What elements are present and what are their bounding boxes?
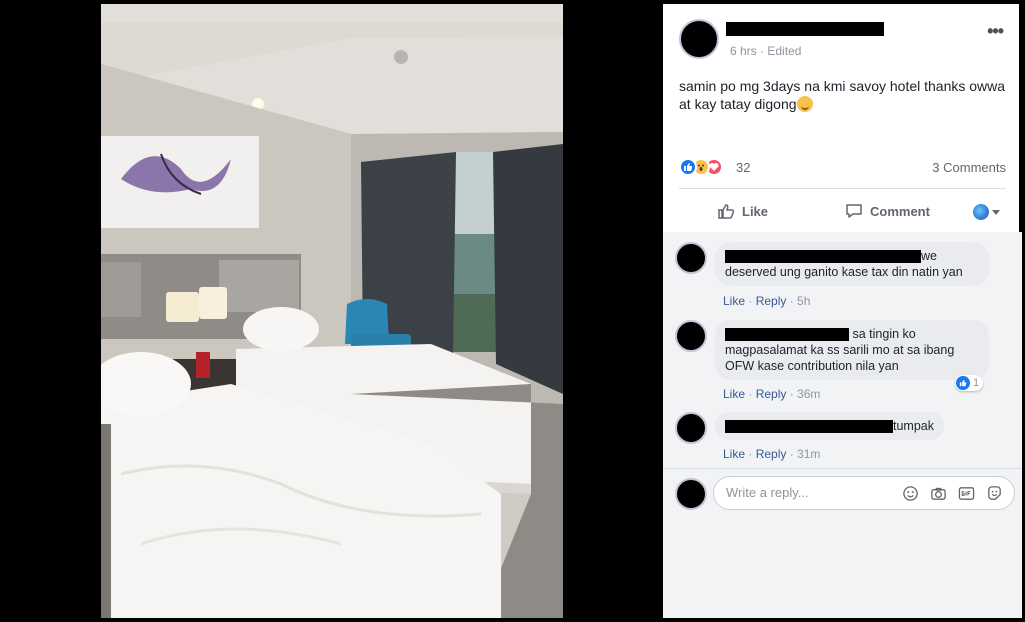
more-options-icon[interactable]: ••• bbox=[987, 21, 1004, 42]
post-body: samin po mg 3days na kmi savoy hotel tha… bbox=[679, 78, 1006, 112]
caret-down-icon bbox=[992, 209, 1000, 215]
comment-like-badge[interactable]: 1 bbox=[955, 375, 984, 391]
comment-time[interactable]: 5h bbox=[797, 294, 810, 308]
post-meta: 6 hrs · Edited bbox=[730, 44, 801, 58]
reply-input[interactable] bbox=[726, 485, 896, 500]
hotel-room-illustration bbox=[101, 4, 563, 618]
audience-selector[interactable] bbox=[973, 204, 1000, 220]
comment-text-start: tumpak bbox=[893, 419, 934, 433]
commenter-avatar[interactable] bbox=[675, 412, 707, 444]
commenter-name-redacted[interactable] bbox=[725, 328, 849, 341]
like-label: Like bbox=[742, 203, 769, 219]
comment-text: deserved ung ganito kase tax din natin y… bbox=[725, 265, 963, 279]
reply-box[interactable] bbox=[713, 476, 1015, 510]
like-button[interactable]: Like bbox=[717, 202, 768, 220]
comment-bubble: we deserved ung ganito kase tax din nati… bbox=[715, 242, 989, 286]
post-header: 6 hrs · Edited ••• bbox=[679, 19, 1007, 63]
thumbs-up-icon bbox=[718, 204, 735, 219]
comment-text: magpasalamat ka ss sarili mo at sa ibang… bbox=[725, 343, 955, 373]
comment-actions: Like · Reply · 5h bbox=[723, 294, 811, 308]
post-actions: Like Comment bbox=[679, 192, 1006, 230]
gif-icon[interactable] bbox=[958, 485, 975, 502]
comment-like-count: 1 bbox=[973, 377, 980, 389]
comment-like-link[interactable]: Like bbox=[723, 294, 745, 308]
comment-bubble: sa tingin ko magpasalamat ka ss sarili m… bbox=[715, 320, 989, 380]
post-time[interactable]: 6 hrs bbox=[730, 44, 757, 58]
comments-count-link[interactable]: 3 Comments bbox=[932, 160, 1006, 175]
sticker-icon[interactable] bbox=[986, 485, 1003, 502]
commenter-name-redacted[interactable] bbox=[725, 250, 921, 263]
divider bbox=[679, 188, 1006, 189]
hotel-room-photo[interactable] bbox=[101, 4, 563, 618]
comment-actions: Like · Reply · 36m bbox=[723, 387, 821, 401]
reaction-count[interactable]: 32 bbox=[736, 160, 750, 175]
author-name-redacted[interactable] bbox=[726, 22, 884, 36]
comment-time[interactable]: 31m bbox=[797, 447, 820, 461]
like-reaction-icon[interactable] bbox=[679, 158, 697, 176]
thumbs-up-icon bbox=[956, 376, 970, 390]
current-user-avatar bbox=[675, 478, 707, 510]
commenter-avatar[interactable] bbox=[675, 320, 707, 352]
post-panel: 6 hrs · Edited ••• samin po mg 3days na … bbox=[663, 4, 1022, 618]
comment-text-start: we bbox=[921, 249, 937, 263]
speech-bubble-icon bbox=[846, 204, 862, 218]
edited-label[interactable]: Edited bbox=[767, 44, 801, 58]
comment-text-start: sa tingin ko bbox=[852, 327, 916, 341]
commenter-name-redacted[interactable] bbox=[725, 420, 893, 433]
author-avatar[interactable] bbox=[679, 19, 719, 59]
divider bbox=[663, 468, 1022, 469]
comment-reply-link[interactable]: Reply bbox=[756, 447, 787, 461]
comment-label: Comment bbox=[870, 203, 930, 219]
comment-like-link[interactable]: Like bbox=[723, 387, 745, 401]
photo-viewer bbox=[0, 0, 663, 622]
camera-icon[interactable] bbox=[930, 485, 947, 502]
reply-row bbox=[675, 476, 1015, 512]
comment-time[interactable]: 36m bbox=[797, 387, 820, 401]
comment-button[interactable]: Comment bbox=[845, 202, 930, 220]
comments-section: we deserved ung ganito kase tax din nati… bbox=[663, 232, 1022, 618]
emoji-icon[interactable] bbox=[902, 485, 919, 502]
post-text: samin po mg 3days na kmi savoy hotel tha… bbox=[679, 77, 1014, 113]
reactions-bar: 32 3 Comments bbox=[679, 158, 1006, 178]
profile-globe-icon bbox=[973, 204, 989, 220]
comment-like-link[interactable]: Like bbox=[723, 447, 745, 461]
commenter-avatar[interactable] bbox=[675, 242, 707, 274]
relieved-face-emoji-icon bbox=[796, 96, 813, 112]
comment-reply-link[interactable]: Reply bbox=[756, 387, 787, 401]
comment-reply-link[interactable]: Reply bbox=[756, 294, 787, 308]
comment-actions: Like · Reply · 31m bbox=[723, 447, 821, 461]
comment-bubble: tumpak bbox=[715, 412, 944, 440]
